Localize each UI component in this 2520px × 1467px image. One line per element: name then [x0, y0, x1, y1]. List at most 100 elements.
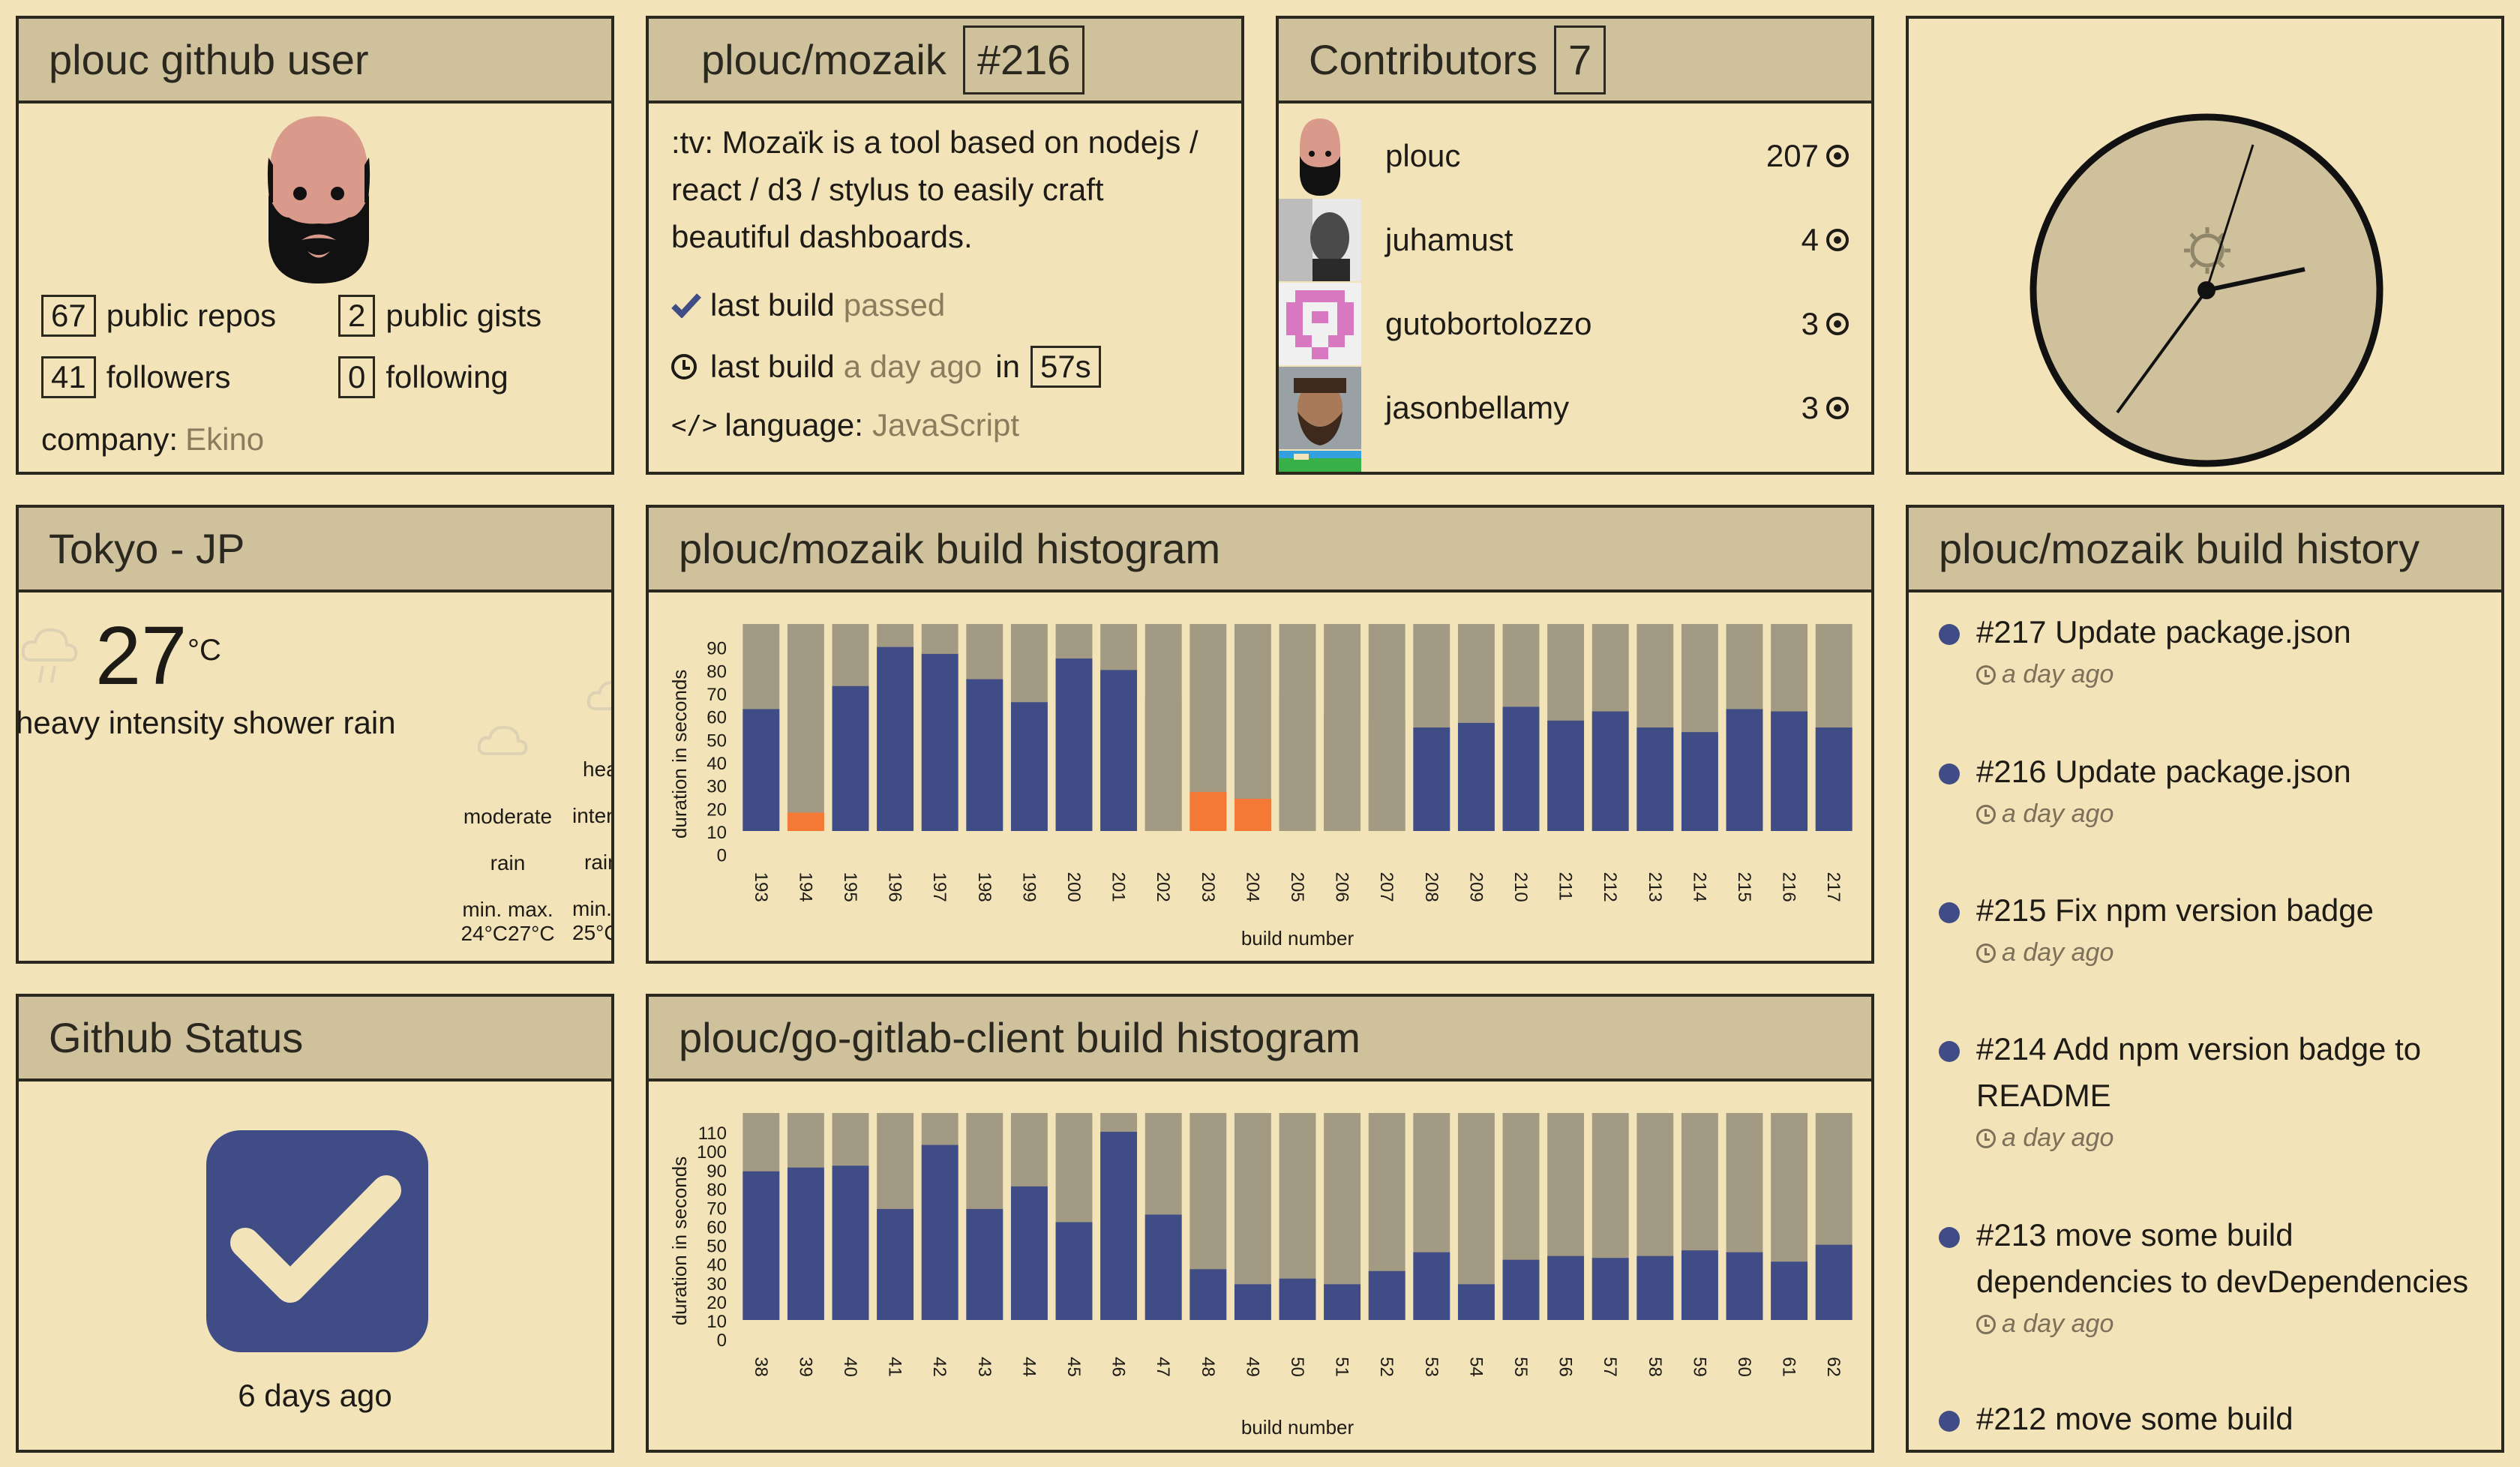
build-bar[interactable] — [1010, 702, 1048, 831]
check-icon — [671, 293, 701, 318]
build-bar[interactable] — [1815, 728, 1852, 831]
build-bar[interactable] — [1144, 698, 1182, 831]
build-title-line2: dependencies to devDependencies — [1976, 1264, 2469, 1299]
build-bar[interactable] — [1324, 713, 1361, 831]
x-tick-label: 196 — [885, 872, 905, 902]
y-tick-label: 90 — [706, 639, 727, 659]
contributor-avatar — [1279, 367, 1361, 449]
build-bar[interactable] — [1413, 1252, 1450, 1320]
build-time: a day ago — [843, 349, 982, 384]
build-bar[interactable] — [1771, 711, 1808, 831]
bar-track — [787, 624, 824, 831]
build-bar[interactable] — [877, 646, 914, 831]
build-bar[interactable] — [787, 812, 824, 831]
build-bar[interactable] — [742, 1171, 780, 1320]
build-bar[interactable] — [1190, 791, 1227, 831]
build-bar[interactable] — [1234, 799, 1271, 831]
build-bar[interactable] — [877, 1208, 914, 1320]
build-duration: 57s — [1030, 346, 1101, 388]
commit-icon — [1826, 145, 1849, 167]
y-tick-label: 60 — [706, 1218, 727, 1238]
build-history-item[interactable]: #217 Update package.json a day ago — [1939, 609, 2479, 689]
build-bar[interactable] — [1100, 1132, 1138, 1320]
build-bar[interactable] — [1547, 1256, 1585, 1320]
x-tick-label: 204 — [1242, 872, 1262, 902]
build-bar[interactable] — [832, 1166, 869, 1320]
build-title: #212 move some build — [1939, 1396, 2479, 1442]
build-history-item[interactable]: #216 Update package.json a day ago — [1939, 748, 2479, 829]
contributor-name: jasonbellamy — [1385, 390, 1570, 425]
build-time: a day ago — [2002, 938, 2114, 967]
build-bar[interactable] — [1592, 1258, 1629, 1320]
build-history-item[interactable]: #213 move some build dependencies to dev… — [1939, 1212, 2479, 1339]
forecast-desc: heav — [583, 758, 611, 781]
build-bar[interactable] — [1055, 1222, 1093, 1320]
following-label: following — [386, 359, 508, 394]
contributor-item[interactable]: gutobortolozzo 3 — [1279, 282, 1871, 366]
build-bar[interactable] — [1547, 720, 1585, 831]
build-history-item[interactable]: #214 Add npm version badge to README a d… — [1939, 1026, 2479, 1153]
build-bar[interactable] — [1457, 722, 1495, 831]
build-bar[interactable] — [1234, 1284, 1271, 1320]
build-bar[interactable] — [1368, 720, 1406, 831]
build-bar[interactable] — [1368, 1270, 1406, 1320]
x-tick-label: 41 — [885, 1357, 905, 1377]
build-bar[interactable] — [1010, 1186, 1048, 1320]
build-bar[interactable] — [1726, 709, 1763, 831]
build-time: a day ago — [2002, 1124, 2114, 1152]
x-tick-label: 193 — [751, 872, 771, 902]
temperature: 27 — [95, 610, 188, 702]
commit-icon — [1826, 229, 1849, 251]
build-bar[interactable] — [1144, 1214, 1182, 1320]
build-bar[interactable] — [966, 679, 1004, 831]
contributor-item[interactable]: juhamust 4 — [1279, 198, 1871, 282]
build-bar[interactable] — [1457, 1284, 1495, 1320]
build-bar[interactable] — [1413, 728, 1450, 831]
build-bar[interactable] — [1502, 1259, 1540, 1320]
build-time: a day ago — [2002, 800, 2114, 828]
build-bar[interactable] — [1055, 658, 1093, 831]
build-bar[interactable] — [921, 1144, 958, 1320]
contributor-item[interactable]: plouc 207 — [1279, 114, 1871, 198]
code-icon: </> — [671, 410, 718, 440]
x-tick-label: 59 — [1689, 1357, 1709, 1377]
build-bar[interactable] — [1636, 1256, 1674, 1320]
build-bar[interactable] — [966, 1208, 1004, 1320]
build-bar[interactable] — [1726, 1252, 1763, 1320]
x-tick-label: 206 — [1332, 872, 1352, 902]
build-bar[interactable] — [921, 653, 958, 831]
build-bar[interactable] — [1681, 1250, 1718, 1320]
x-tick-label: 199 — [1018, 872, 1039, 902]
build-bar[interactable] — [742, 709, 780, 831]
contributor-avatar — [1279, 451, 1361, 472]
build-bar[interactable] — [1279, 693, 1316, 831]
company-value: Ekino — [185, 422, 265, 457]
build-bar[interactable] — [832, 686, 869, 831]
y-tick-label: 40 — [706, 1256, 727, 1276]
forecast-desc: rain — [584, 850, 611, 874]
x-tick-label: 42 — [929, 1357, 950, 1377]
build-bar[interactable] — [1100, 670, 1138, 831]
build-bar[interactable] — [1190, 1269, 1227, 1320]
x-tick-label: 216 — [1779, 872, 1799, 902]
build-bar[interactable] — [1324, 1284, 1361, 1320]
build-bar[interactable] — [1636, 728, 1674, 831]
build-bar[interactable] — [1681, 732, 1718, 831]
x-tick-label: 198 — [974, 872, 994, 902]
build-bar[interactable] — [1592, 711, 1629, 831]
build-bar[interactable] — [1279, 1278, 1316, 1320]
y-tick-label: 20 — [706, 800, 727, 820]
contributor-item[interactable]: gitter-badger 1 — [1279, 450, 1871, 472]
x-tick-label: 202 — [1153, 872, 1173, 902]
contributor-item[interactable]: jasonbellamy 3 — [1279, 366, 1871, 450]
build-bar[interactable] — [787, 1167, 824, 1320]
x-tick-label: 209 — [1466, 872, 1486, 902]
build-bar[interactable] — [1771, 1262, 1808, 1320]
build-title-cont: dependencies to devDependencies — [1939, 1258, 2479, 1305]
contributor-avatar — [1279, 283, 1361, 365]
build-bar[interactable] — [1815, 1244, 1852, 1320]
build-history-item[interactable]: #212 move some build — [1939, 1396, 2479, 1442]
build-bar[interactable] — [1502, 706, 1540, 831]
build-history-item[interactable]: #215 Fix npm version badge a day ago — [1939, 887, 2479, 968]
github-status-widget: Github Status 6 days ago — [16, 994, 614, 1453]
